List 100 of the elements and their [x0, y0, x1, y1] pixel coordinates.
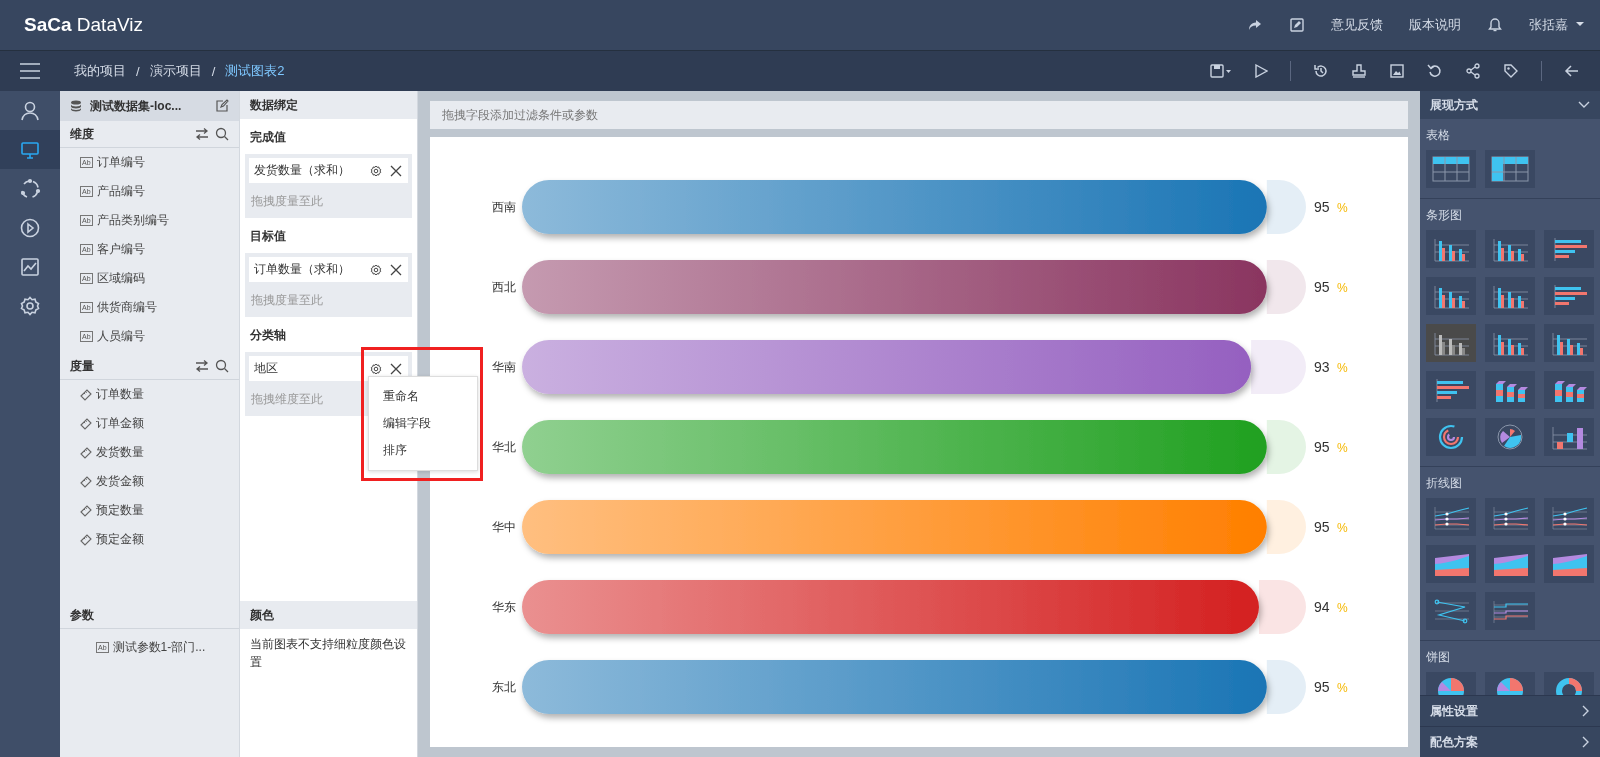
pivot-table-icon [1490, 155, 1530, 183]
param-item[interactable]: 测试参数1-部门... [112, 639, 206, 656]
menu-icon[interactable] [20, 63, 40, 79]
image-icon[interactable] [1389, 63, 1405, 79]
chart-type-tile[interactable] [1544, 230, 1594, 268]
chart-type-tile[interactable] [1485, 545, 1535, 583]
chart-type-tile[interactable] [1485, 230, 1535, 268]
ruler-icon [80, 504, 92, 517]
search-icon[interactable] [215, 359, 229, 373]
group-title: 条形图 [1426, 207, 1463, 224]
breadcrumb-separator: / [211, 63, 216, 79]
percent-sign: % [1337, 281, 1348, 295]
chart-type-tile[interactable] [1485, 150, 1535, 188]
play-icon[interactable] [1254, 64, 1268, 78]
chart-type-tile[interactable] [1485, 418, 1535, 456]
settings-icon[interactable] [370, 362, 382, 375]
settings-icon[interactable] [370, 263, 382, 276]
field-item[interactable]: 发货数量 [96, 444, 144, 461]
chart-type-tile[interactable] [1544, 498, 1594, 536]
collapsible-section-header[interactable]: 配色方案 [1420, 726, 1600, 757]
header-link[interactable]: 意见反馈 [1331, 16, 1384, 34]
bell-icon[interactable] [1487, 17, 1504, 33]
section-title: 完成值 [249, 129, 287, 146]
chart-type-tile[interactable] [1485, 592, 1535, 630]
field-item[interactable]: 产品编号 [96, 183, 145, 200]
chart-type-tile[interactable] [1426, 545, 1476, 583]
close-icon[interactable] [390, 362, 402, 375]
field-chip[interactable]: 发货数量（求和） [249, 158, 408, 183]
chart-type-tile[interactable] [1426, 371, 1476, 409]
group-title: 折线图 [1426, 475, 1463, 492]
save-dropdown-icon[interactable] [1210, 64, 1232, 78]
share-icon[interactable] [1465, 63, 1481, 79]
field-chip[interactable]: 订单数量（求和） [249, 257, 408, 282]
chart-type-tile[interactable] [1426, 592, 1476, 630]
field-item[interactable]: 产品类别编号 [96, 212, 169, 229]
drop-hint: 拖拽度量至此 [251, 292, 323, 309]
undo-icon[interactable] [1427, 63, 1443, 79]
history-icon[interactable] [1313, 63, 1329, 79]
breadcrumb-link[interactable]: 测试图表2 [225, 62, 285, 80]
close-icon[interactable] [390, 164, 402, 177]
field-item[interactable]: 客户编号 [96, 241, 145, 258]
chart-type-tile[interactable] [1544, 277, 1594, 315]
section-title: 维度 [70, 125, 95, 143]
drop-zone[interactable]: 订单数量（求和） 拖拽度量至此 [245, 253, 412, 317]
tag-icon[interactable] [1503, 63, 1519, 79]
chart-type-tile[interactable] [1485, 277, 1535, 315]
chart-type-tile[interactable] [1544, 418, 1594, 456]
field-item[interactable]: 预定金额 [96, 531, 144, 548]
filter-drop-zone[interactable]: 拖拽字段添加过滤条件或参数 [430, 101, 1408, 129]
percent-sign: % [1337, 601, 1348, 615]
chart-type-tile[interactable] [1544, 324, 1594, 362]
field-item[interactable]: 发货金额 [96, 473, 144, 490]
field-item[interactable]: 人员编号 [96, 328, 145, 345]
category-label: 东北 [492, 680, 516, 694]
ruler-icon [80, 446, 92, 459]
ruler-icon [80, 475, 92, 488]
category-label: 华中 [492, 520, 516, 534]
chart-type-tile[interactable] [1485, 498, 1535, 536]
stamp-icon[interactable] [1351, 63, 1367, 79]
breadcrumb-link[interactable]: 演示项目 [149, 62, 202, 80]
breadcrumb-link[interactable]: 我的项目 [74, 62, 126, 80]
back-arrow-icon[interactable] [1564, 63, 1580, 79]
field-item[interactable]: 订单金额 [96, 415, 144, 432]
panel-header: 数据绑定 [240, 91, 417, 119]
chart-type-tile[interactable] [1485, 324, 1535, 362]
swap-icon[interactable] [195, 359, 209, 373]
search-icon[interactable] [215, 127, 229, 141]
category-label: 西北 [492, 280, 516, 294]
drop-zone[interactable]: 发货数量（求和） 拖拽度量至此 [245, 154, 412, 218]
chart-type-tile[interactable] [1485, 371, 1535, 409]
chart-type-tile[interactable] [1426, 150, 1476, 188]
nav-item[interactable] [0, 130, 60, 169]
chart-type-tile[interactable] [1426, 418, 1476, 456]
field-chip[interactable]: 地区 [249, 356, 408, 381]
chevron-down-icon[interactable] [1578, 101, 1590, 109]
value-label: 95 [1314, 679, 1330, 695]
chart-type-tile[interactable] [1426, 324, 1476, 362]
chart-type-tile[interactable] [1544, 371, 1594, 409]
field-item[interactable]: 预定数量 [96, 502, 144, 519]
user-menu[interactable]: 张括嘉 [1529, 16, 1584, 34]
settings-icon [19, 294, 41, 317]
close-icon[interactable] [390, 263, 402, 276]
header-link[interactable]: 版本说明 [1409, 16, 1462, 34]
field-item[interactable]: 区域编码 [96, 270, 145, 287]
value-label: 95 [1314, 439, 1330, 455]
field-item[interactable]: 订单数量 [96, 386, 144, 403]
swap-icon[interactable] [195, 127, 209, 141]
field-item[interactable]: 供货商编号 [96, 299, 157, 316]
edit-icon[interactable] [215, 99, 229, 113]
percent-sign: % [1337, 201, 1348, 215]
chart-type-tile[interactable] [1426, 498, 1476, 536]
chart-type-tile[interactable] [1426, 277, 1476, 315]
percent-sign: % [1337, 681, 1348, 695]
collapsible-section-header[interactable]: 属性设置 [1420, 695, 1600, 726]
field-item[interactable]: 订单编号 [96, 154, 145, 171]
line-chart-icon [19, 255, 41, 278]
settings-icon[interactable] [370, 164, 382, 177]
chart-type-tile[interactable] [1426, 230, 1476, 268]
chart-type-tile[interactable] [1544, 545, 1594, 583]
menu-item[interactable]: 排序 [369, 437, 477, 464]
